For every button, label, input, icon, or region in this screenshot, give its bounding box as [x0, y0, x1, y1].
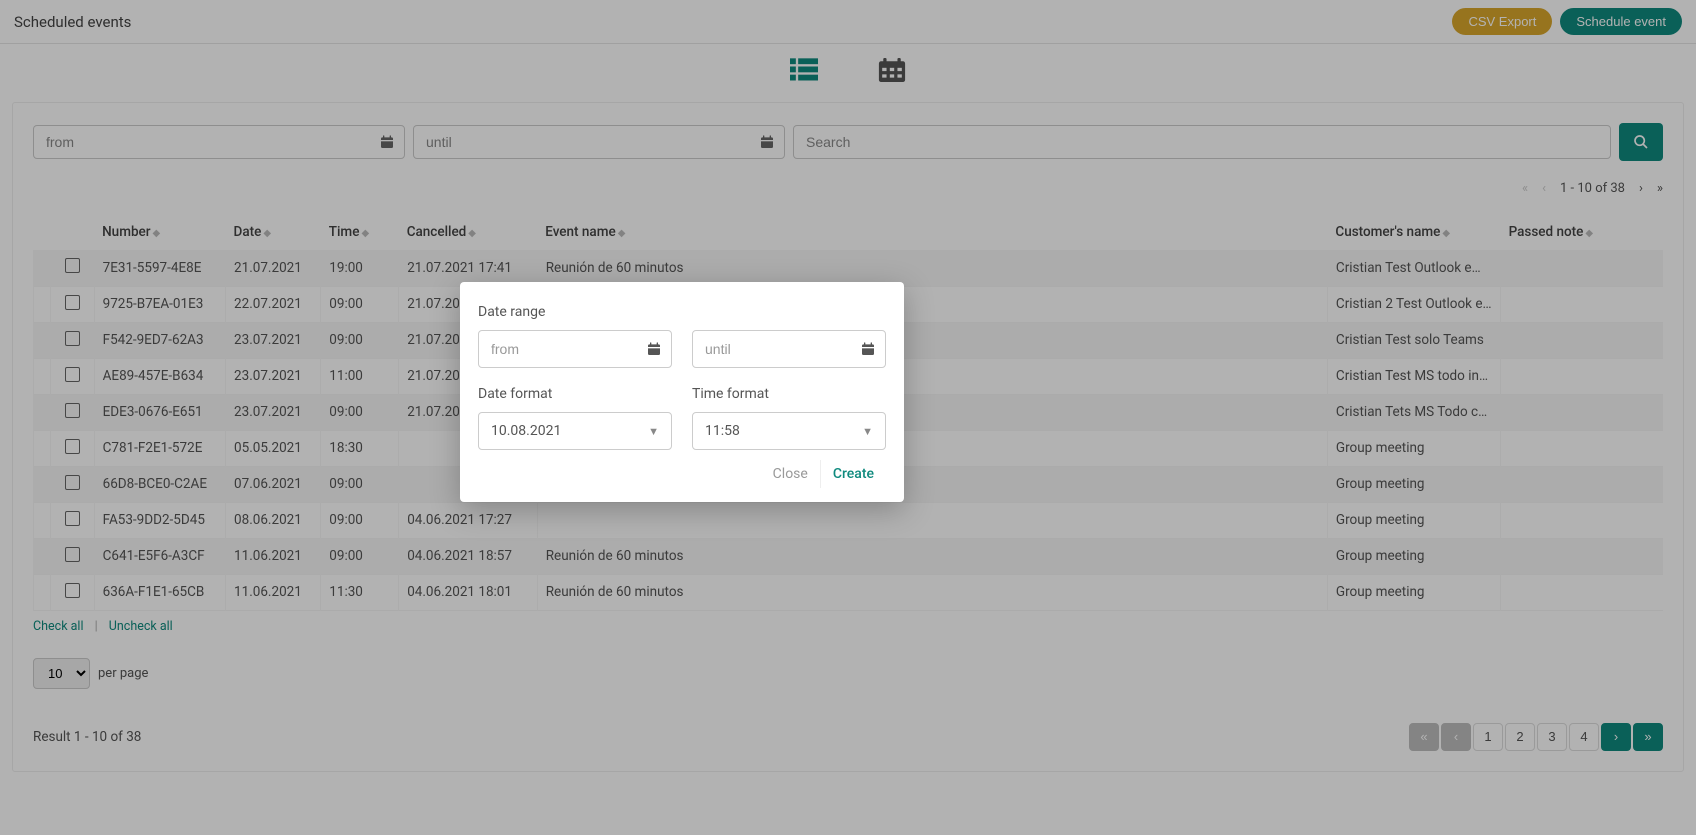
date-format-label: Date format [478, 386, 672, 402]
chevron-down-icon: ▼ [648, 425, 659, 438]
time-format-select[interactable]: 11:58 ▼ [692, 412, 886, 450]
modal-footer: Close Create [478, 460, 886, 488]
export-modal: Date range Date format 10.08.2 [460, 282, 904, 502]
time-format-label: Time format [692, 386, 886, 402]
chevron-down-icon: ▼ [862, 425, 873, 438]
modal-until-input[interactable] [692, 330, 886, 368]
time-format-value: 11:58 [705, 423, 740, 439]
date-format-value: 10.08.2021 [491, 423, 561, 439]
date-format-select[interactable]: 10.08.2021 ▼ [478, 412, 672, 450]
modal-from-input[interactable] [478, 330, 672, 368]
modal-create-button[interactable]: Create [821, 460, 886, 488]
modal-close-button[interactable]: Close [761, 460, 821, 488]
date-range-label: Date range [478, 304, 886, 320]
